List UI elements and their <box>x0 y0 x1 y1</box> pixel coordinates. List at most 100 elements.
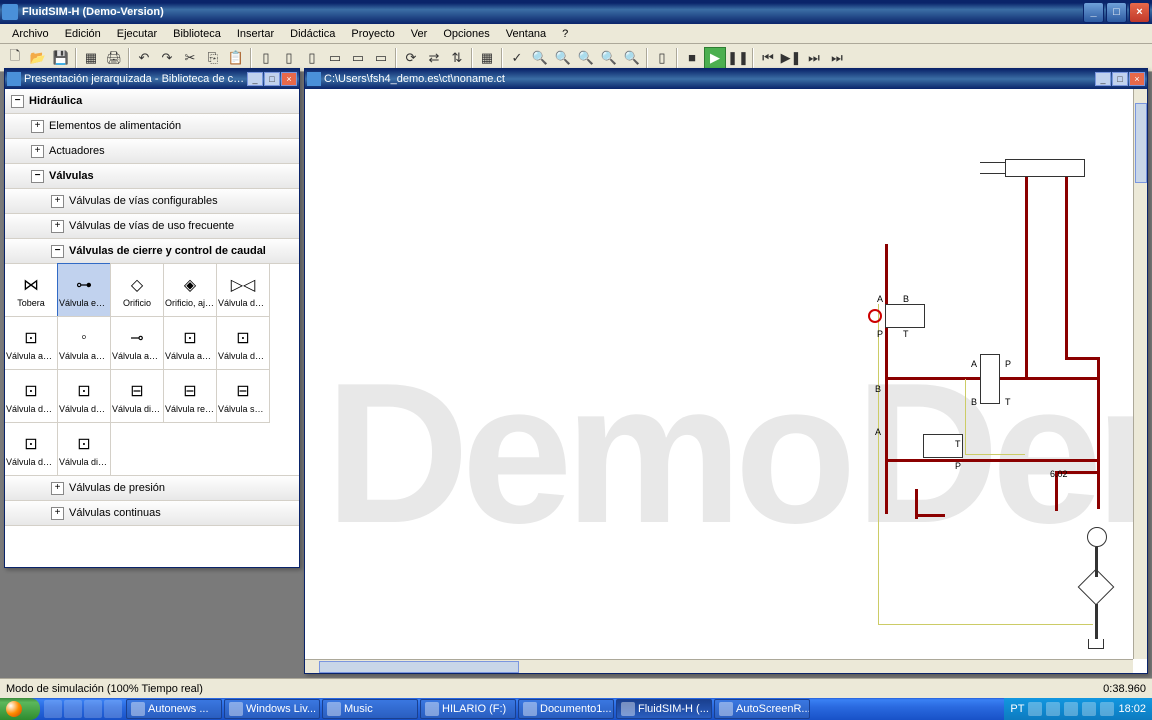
task-windowslive[interactable]: Windows Liv... <box>224 699 320 719</box>
expand-icon[interactable]: + <box>31 120 44 133</box>
cylinder-symbol[interactable] <box>1005 159 1085 177</box>
symbol-de4[interactable]: ⊡Válvula de ... <box>5 422 58 476</box>
page-button[interactable]: ▯ <box>651 47 673 69</box>
zoom-area-button[interactable]: 🔍 <box>552 47 574 69</box>
zoom-fit-button[interactable]: 🔍 <box>529 47 551 69</box>
symbol-orificio[interactable]: ◇Orificio <box>110 263 164 317</box>
collapse-icon[interactable]: − <box>11 95 24 108</box>
tree-vias-frecuente[interactable]: + Válvulas de vías de uso frecuente <box>5 213 299 239</box>
menu-proyecto[interactable]: Proyecto <box>343 26 402 42</box>
symbol-reg[interactable]: ⊟Válvula reg... <box>163 369 217 423</box>
align5-button[interactable]: ▭ <box>347 47 369 69</box>
zoom-out-button[interactable]: 🔍 <box>621 47 643 69</box>
tree-continuas[interactable]: + Válvulas continuas <box>5 500 299 526</box>
lib-max-button[interactable]: □ <box>264 72 280 86</box>
tree-presion[interactable]: + Válvulas de presión <box>5 475 299 501</box>
symbol-sele[interactable]: ⊟Válvula sele... <box>216 369 270 423</box>
step-button[interactable]: ▶❚ <box>780 47 802 69</box>
tray-icon[interactable] <box>1064 702 1078 716</box>
scrollbar-vertical[interactable] <box>1133 89 1147 659</box>
collapse-icon[interactable]: − <box>31 170 44 183</box>
menu-archivo[interactable]: Archivo <box>4 26 57 42</box>
menu-ventana[interactable]: Ventana <box>498 26 554 42</box>
play-button[interactable]: ▶ <box>704 47 726 69</box>
new-button[interactable]: 🗋 <box>4 47 26 69</box>
lib-close-button[interactable]: × <box>281 72 297 86</box>
circ-min-button[interactable]: _ <box>1095 72 1111 86</box>
tank-symbol[interactable] <box>1088 639 1104 649</box>
pause-button[interactable]: ❚❚ <box>727 47 749 69</box>
tree-root[interactable]: − Hidráulica <box>5 89 299 114</box>
tree-valvulas[interactable]: − Válvulas <box>5 163 299 189</box>
menu-biblioteca[interactable]: Biblioteca <box>165 26 229 42</box>
tree-vias-config[interactable]: + Válvulas de vías configurables <box>5 188 299 214</box>
expand-icon[interactable]: + <box>51 195 64 208</box>
preview-button[interactable]: ▦ <box>80 47 102 69</box>
save-button[interactable]: 💾 <box>50 47 72 69</box>
menu-edicion[interactable]: Edición <box>57 26 109 42</box>
symbol-dist[interactable]: ⊡Válvula dist... <box>57 422 111 476</box>
align2-button[interactable]: ▯ <box>278 47 300 69</box>
manual-actuator[interactable] <box>868 309 882 323</box>
task-autoscreen[interactable]: AutoScreenR... <box>714 699 810 719</box>
expand-icon[interactable]: + <box>51 507 64 520</box>
symbol-valvula-estr[interactable]: ⊶Válvula estr... <box>57 263 111 317</box>
ql-desktop[interactable] <box>44 700 62 718</box>
menu-ejecutar[interactable]: Ejecutar <box>109 26 165 42</box>
scroll-thumb[interactable] <box>1135 103 1147 183</box>
tree-actuadores[interactable]: + Actuadores <box>5 138 299 164</box>
redo-button[interactable]: ↷ <box>156 47 178 69</box>
symbol-orificio-aju[interactable]: ◈Orificio, aju... <box>163 263 217 317</box>
start-button[interactable] <box>0 698 40 720</box>
tray-icon[interactable] <box>1082 702 1096 716</box>
scroll-thumb[interactable] <box>319 661 519 673</box>
close-button[interactable]: × <box>1129 2 1150 23</box>
circ-close-button[interactable]: × <box>1129 72 1145 86</box>
open-button[interactable]: 📂 <box>27 47 49 69</box>
ql-more[interactable] <box>104 700 122 718</box>
symbol-valvula-de[interactable]: ▷◁Válvula de ... <box>216 263 270 317</box>
lib-min-button[interactable]: _ <box>247 72 263 86</box>
flip-v-button[interactable]: ⇅ <box>446 47 468 69</box>
align6-button[interactable]: ▭ <box>370 47 392 69</box>
last-button[interactable]: ⏭ <box>803 47 825 69</box>
circuit-titlebar[interactable]: C:\Users\fsh4_demo.es\ct\noname.ct _ □ × <box>305 69 1147 89</box>
circuit-canvas[interactable]: Demo Demo <box>305 89 1133 659</box>
menu-didactica[interactable]: Didáctica <box>282 26 343 42</box>
undo-button[interactable]: ↶ <box>133 47 155 69</box>
lang-indicator[interactable]: PT <box>1010 703 1024 715</box>
align-left-button[interactable]: ▯ <box>255 47 277 69</box>
align3-button[interactable]: ▯ <box>301 47 323 69</box>
task-hilario[interactable]: HILARIO (F:) <box>420 699 516 719</box>
menu-help[interactable]: ? <box>554 26 576 42</box>
align4-button[interactable]: ▭ <box>324 47 346 69</box>
copy-button[interactable]: ⎘ <box>202 47 224 69</box>
clock[interactable]: 18:02 <box>1118 703 1146 715</box>
end-button[interactable]: ⏭ <box>826 47 848 69</box>
menu-ver[interactable]: Ver <box>403 26 436 42</box>
expand-icon[interactable]: + <box>31 145 44 158</box>
collapse-icon[interactable]: − <box>51 245 64 258</box>
tray-icon[interactable] <box>1028 702 1042 716</box>
valve-4-3[interactable] <box>885 304 925 328</box>
paste-button[interactable]: 📋 <box>225 47 247 69</box>
symbol-anti-3[interactable]: ⊸Válvula anti... <box>110 316 164 370</box>
expand-icon[interactable]: + <box>51 482 64 495</box>
maximize-button[interactable]: □ <box>1106 2 1127 23</box>
symbol-r1[interactable]: ⊡Válvula de r... <box>5 369 58 423</box>
circ-max-button[interactable]: □ <box>1112 72 1128 86</box>
symbol-retorno[interactable]: ⊡Válvula de r... <box>216 316 270 370</box>
tree-cierre-caudal[interactable]: − Válvulas de cierre y control de caudal <box>5 238 299 264</box>
symbol-r2[interactable]: ⊡Válvula de r... <box>57 369 111 423</box>
symbol-anti-1[interactable]: ⊡Válvula anti... <box>5 316 58 370</box>
first-button[interactable]: ⏮ <box>757 47 779 69</box>
task-autonews[interactable]: Autonews ... <box>126 699 222 719</box>
stop-button[interactable]: ■ <box>681 47 703 69</box>
symbol-tobera[interactable]: ⋈Tobera <box>5 263 58 317</box>
tray-icon[interactable] <box>1046 702 1060 716</box>
menu-opciones[interactable]: Opciones <box>435 26 497 42</box>
zoom-in-button[interactable]: 🔍 <box>598 47 620 69</box>
library-titlebar[interactable]: Presentación jerarquizada - Biblioteca d… <box>5 69 299 89</box>
scrollbar-horizontal[interactable] <box>305 659 1133 673</box>
minimize-button[interactable]: _ <box>1083 2 1104 23</box>
